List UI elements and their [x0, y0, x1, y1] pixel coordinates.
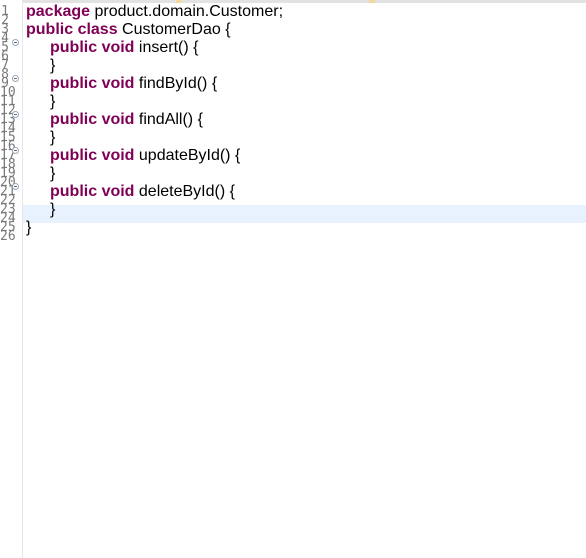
line-numbers: 1 2 3 4 5 6 7 8 9 10 11 12 13 14 15 16 17 18 19 20 21 22 23 24 2…: [0, 5, 22, 244]
code-line[interactable]: }: [26, 93, 586, 110]
code-line[interactable]: }: [26, 165, 586, 182]
code-line[interactable]: [26, 232, 586, 241]
code-line[interactable]: public void findById() {: [26, 75, 586, 92]
code-line[interactable]: }: [26, 201, 586, 218]
line-number: 26: [0, 229, 22, 244]
code-line[interactable]: [26, 160, 586, 169]
code-line[interactable]: [26, 124, 586, 133]
code-line[interactable]: public void updateById() {: [26, 147, 586, 164]
code-line[interactable]: public void insert() {: [26, 39, 586, 56]
fold-collapse-icon[interactable]: [12, 147, 19, 154]
code-line[interactable]: }: [26, 129, 586, 146]
line-number-text: 26: [0, 229, 16, 244]
fold-collapse-icon[interactable]: [12, 39, 19, 46]
code-line[interactable]: package product.domain.Customer;: [26, 3, 586, 20]
code-line[interactable]: [26, 52, 586, 61]
code-text-area[interactable]: package product.domain.Customer; public c…: [26, 3, 586, 241]
code-line[interactable]: }: [26, 57, 586, 74]
fold-collapse-icon[interactable]: [12, 183, 19, 190]
code-line[interactable]: public class CustomerDao {: [26, 21, 586, 38]
code-line[interactable]: public void deleteById() {: [26, 183, 586, 200]
code-line[interactable]: [26, 196, 586, 205]
code-line[interactable]: [26, 88, 586, 97]
code-line[interactable]: public void findAll() {: [26, 111, 586, 128]
code-line[interactable]: [26, 214, 586, 223]
fold-collapse-icon[interactable]: [12, 111, 19, 118]
code-editor[interactable]: 1 2 3 4 5 6 7 8 9 10 11 12 13 14 15 16 17 18 19 20 21 22 23 24 2…: [0, 0, 586, 558]
fold-collapse-icon[interactable]: [12, 75, 19, 82]
code-line[interactable]: }: [26, 219, 586, 236]
